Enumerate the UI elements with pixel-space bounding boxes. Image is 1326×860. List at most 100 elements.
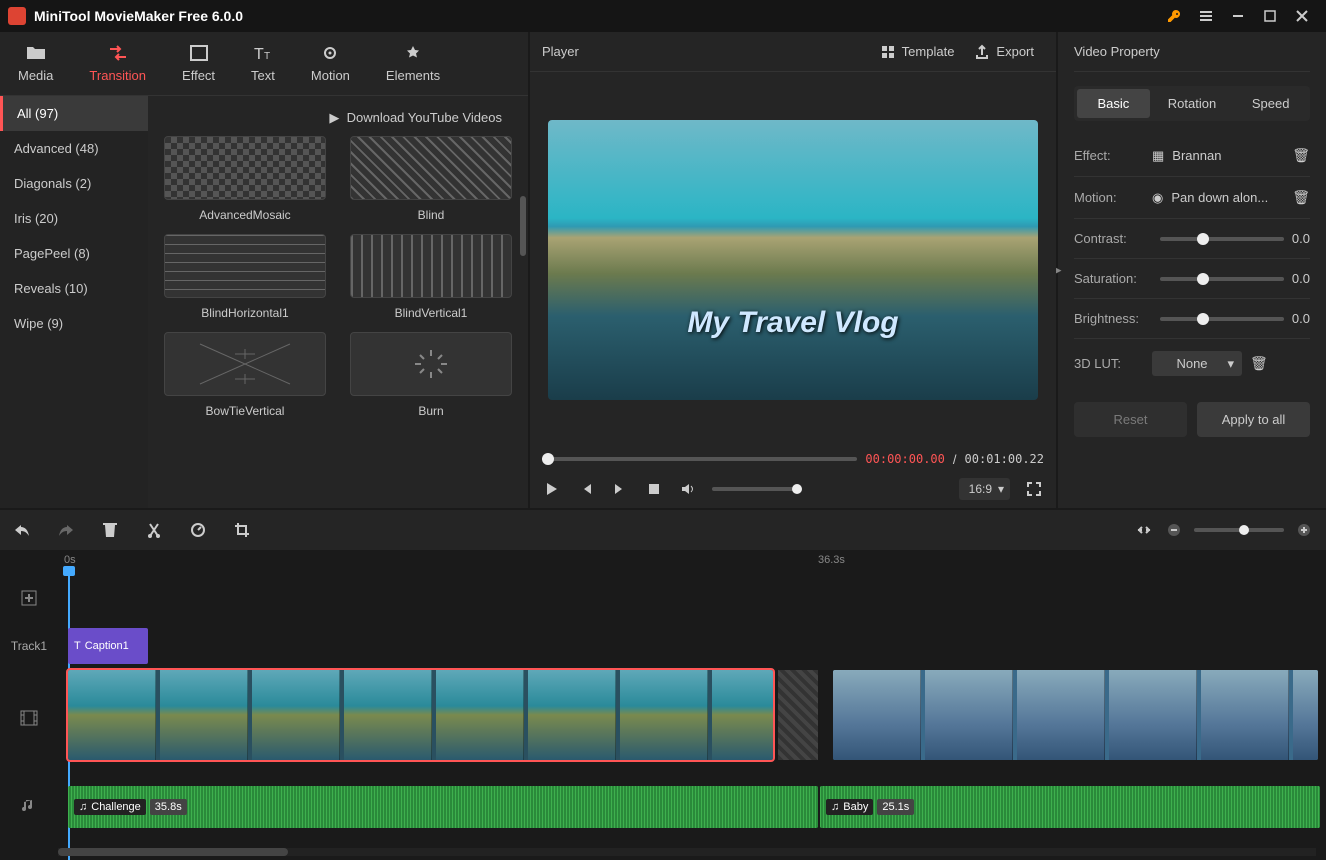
category-wipe[interactable]: Wipe (9) bbox=[0, 306, 148, 341]
delete-lut-icon[interactable]: 🗑 bbox=[1250, 355, 1268, 372]
text-icon: T bbox=[74, 640, 81, 652]
transition-thumb-icon bbox=[350, 234, 512, 298]
export-button[interactable]: Export bbox=[964, 40, 1044, 64]
category-iris[interactable]: Iris (20) bbox=[0, 201, 148, 236]
tab-label: Transition bbox=[89, 68, 146, 83]
delete-button[interactable] bbox=[100, 520, 120, 540]
category-reveals[interactable]: Reveals (10) bbox=[0, 271, 148, 306]
transition-thumb-icon bbox=[350, 136, 512, 200]
transition-item[interactable]: BowTieVertical bbox=[164, 332, 326, 418]
lut-select[interactable]: None bbox=[1152, 351, 1242, 376]
time-current: 00:00:00.00 bbox=[865, 452, 944, 466]
video-preview[interactable]: My Travel Vlog bbox=[548, 120, 1038, 400]
preview-caption: My Travel Vlog bbox=[548, 306, 1038, 340]
export-icon bbox=[974, 44, 990, 60]
transition-item[interactable]: Blind bbox=[350, 136, 512, 222]
reset-button[interactable]: Reset bbox=[1074, 402, 1187, 437]
effect-icon: ▦ bbox=[1152, 148, 1164, 164]
undo-button[interactable] bbox=[12, 520, 32, 540]
category-advanced[interactable]: Advanced (48) bbox=[0, 131, 148, 166]
tab-transition[interactable]: Transition bbox=[71, 32, 164, 95]
video-clip-2[interactable] bbox=[833, 670, 1318, 760]
tab-effect[interactable]: Effect bbox=[164, 32, 233, 95]
saturation-slider[interactable] bbox=[1160, 277, 1284, 281]
contrast-slider[interactable] bbox=[1160, 237, 1284, 241]
tab-label: Media bbox=[18, 68, 53, 83]
category-diagonals[interactable]: Diagonals (2) bbox=[0, 166, 148, 201]
stop-button[interactable] bbox=[644, 479, 664, 499]
tab-label: Effect bbox=[182, 68, 215, 83]
scrollbar[interactable] bbox=[520, 196, 526, 256]
tab-motion[interactable]: Motion bbox=[293, 32, 368, 95]
close-icon[interactable] bbox=[1286, 0, 1318, 32]
collapse-arrow-icon[interactable]: ▸ bbox=[1056, 264, 1062, 277]
aspect-ratio-select[interactable]: 16:9 bbox=[959, 478, 1010, 500]
tab-elements[interactable]: Elements bbox=[368, 32, 458, 95]
motion-value[interactable]: Pan down alon... bbox=[1171, 190, 1284, 205]
audio-clip-2[interactable]: ♫Baby 25.1s bbox=[820, 786, 1320, 828]
caption-clip[interactable]: T Caption1 bbox=[68, 628, 148, 664]
crop-button[interactable] bbox=[232, 520, 252, 540]
fit-timeline-icon[interactable] bbox=[1134, 520, 1154, 540]
zoom-out-button[interactable] bbox=[1164, 520, 1184, 540]
contrast-label: Contrast: bbox=[1074, 231, 1152, 246]
speed-button[interactable] bbox=[188, 520, 208, 540]
transition-placeholder[interactable] bbox=[778, 670, 818, 760]
volume-icon[interactable] bbox=[678, 479, 698, 499]
track-header[interactable] bbox=[0, 589, 58, 607]
motion-icon: ◉ bbox=[1152, 190, 1163, 206]
maximize-icon[interactable] bbox=[1254, 0, 1286, 32]
transition-item[interactable]: BlindHorizontal1 bbox=[164, 234, 326, 320]
tab-text[interactable]: TT Text bbox=[233, 32, 293, 95]
prop-tab-basic[interactable]: Basic bbox=[1077, 89, 1150, 118]
library-panel: Media Transition Effect TT Text Motion E… bbox=[0, 32, 530, 508]
minimize-icon[interactable] bbox=[1222, 0, 1254, 32]
transition-grid: ▶ Download YouTube Videos AdvancedMosaic… bbox=[148, 96, 528, 508]
zoom-in-button[interactable] bbox=[1294, 520, 1314, 540]
activate-key-icon[interactable] bbox=[1158, 0, 1190, 32]
next-frame-button[interactable] bbox=[610, 479, 630, 499]
text-track-label: Track1 bbox=[0, 639, 58, 653]
zoom-slider[interactable] bbox=[1194, 528, 1284, 532]
motion-icon bbox=[319, 44, 341, 62]
category-all[interactable]: All (97) bbox=[0, 96, 148, 131]
prop-tab-rotation[interactable]: Rotation bbox=[1156, 89, 1229, 118]
fullscreen-button[interactable] bbox=[1024, 479, 1044, 499]
timeline-ruler[interactable]: 0s 36.3s bbox=[58, 550, 1326, 574]
delete-motion-icon[interactable]: 🗑 bbox=[1292, 189, 1310, 206]
transition-thumb-icon bbox=[164, 332, 326, 396]
video-clip-1[interactable] bbox=[68, 670, 773, 760]
saturation-value: 0.0 bbox=[1292, 271, 1310, 286]
audio-clip-1[interactable]: ♫Challenge 35.8s bbox=[68, 786, 818, 828]
tab-label: Elements bbox=[386, 68, 440, 83]
motion-label: Motion: bbox=[1074, 190, 1152, 205]
youtube-icon: ▶ bbox=[329, 110, 339, 125]
prop-tab-speed[interactable]: Speed bbox=[1234, 89, 1307, 118]
music-icon bbox=[20, 797, 38, 815]
transition-item[interactable]: AdvancedMosaic bbox=[164, 136, 326, 222]
category-pagepeel[interactable]: PagePeel (8) bbox=[0, 236, 148, 271]
prev-frame-button[interactable] bbox=[576, 479, 596, 499]
ruler-mark: 0s bbox=[64, 554, 76, 566]
tab-media[interactable]: Media bbox=[0, 32, 71, 95]
download-youtube-link[interactable]: ▶ Download YouTube Videos bbox=[164, 104, 512, 136]
effect-value[interactable]: Brannan bbox=[1172, 148, 1284, 163]
play-button[interactable] bbox=[542, 479, 562, 499]
split-button[interactable] bbox=[144, 520, 164, 540]
apply-all-button[interactable]: Apply to all bbox=[1197, 402, 1310, 437]
delete-effect-icon[interactable]: 🗑 bbox=[1292, 147, 1310, 164]
volume-slider[interactable] bbox=[712, 487, 802, 491]
redo-button[interactable] bbox=[56, 520, 76, 540]
horizontal-scrollbar[interactable] bbox=[58, 848, 1316, 856]
add-track-icon bbox=[20, 589, 38, 607]
transition-item[interactable]: Burn bbox=[350, 332, 512, 418]
transition-thumb-icon bbox=[350, 332, 512, 396]
timeline: 0s 36.3s Track1 T Caption1 bbox=[0, 550, 1326, 860]
seek-slider[interactable] bbox=[542, 457, 857, 461]
brightness-value: 0.0 bbox=[1292, 311, 1310, 326]
app-title: MiniTool MovieMaker Free 6.0.0 bbox=[34, 8, 1158, 24]
template-button[interactable]: Template bbox=[870, 40, 965, 64]
menu-icon[interactable] bbox=[1190, 0, 1222, 32]
brightness-slider[interactable] bbox=[1160, 317, 1284, 321]
transition-item[interactable]: BlindVertical1 bbox=[350, 234, 512, 320]
